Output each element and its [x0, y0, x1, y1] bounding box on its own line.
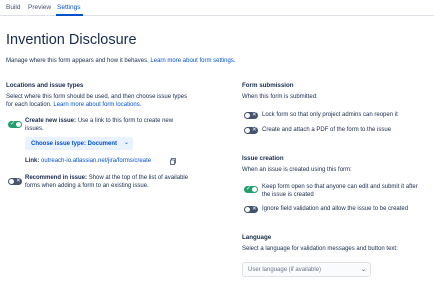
- create-new-issue-label-line2: issues.: [25, 126, 44, 132]
- recommend-in-issue-toggle[interactable]: ✕: [8, 178, 22, 185]
- locations-description-line2: for each location. Learn more about form…: [6, 101, 141, 109]
- page-title: Invention Disclosure: [6, 32, 137, 48]
- locations-description-text: for each location.: [6, 102, 52, 108]
- tab-build[interactable]: Build: [6, 4, 20, 12]
- tab-preview[interactable]: Preview: [28, 4, 51, 12]
- toggle-knob: [16, 122, 21, 127]
- keep-form-open-label-line1: Keep form open so that anyone can edit a…: [262, 184, 418, 190]
- check-icon: ✓: [246, 185, 252, 192]
- form-link-row: Link: outreach-io.atlassian.net/jira/for…: [25, 157, 151, 165]
- create-new-issue-toggle[interactable]: ✓: [8, 121, 22, 128]
- cross-icon: ✕: [252, 126, 257, 133]
- active-tab-indicator: [56, 14, 83, 16]
- chevron-down-icon: ⌄: [361, 266, 367, 273]
- attach-pdf-toggle[interactable]: ✕: [244, 127, 258, 134]
- toggle-knob: [252, 187, 257, 192]
- keep-form-open-label-line2: the issue is created: [262, 192, 314, 198]
- attach-pdf-label: Create and attach a PDF of the form to t…: [262, 127, 392, 133]
- form-locations-link[interactable]: Learn more about form locations.: [53, 102, 141, 108]
- toggle-knob: [245, 113, 250, 118]
- link-label: Link:: [25, 158, 40, 164]
- toggle-knob: [9, 179, 14, 184]
- choose-issue-type-button[interactable]: Choose issue type: Document ⌄: [25, 137, 133, 150]
- keep-form-open-toggle[interactable]: ✓: [244, 186, 258, 193]
- tab-settings[interactable]: Settings: [57, 4, 81, 12]
- locations-description-line1: Select where this form should be used, a…: [6, 94, 188, 100]
- issue-creation-description: When an issue is created using this form…: [242, 167, 352, 173]
- lock-form-toggle[interactable]: ✕: [244, 112, 258, 119]
- toggle-knob: [245, 207, 250, 212]
- subtitle-text: Manage where this form appears and how i…: [6, 58, 149, 64]
- create-new-issue-description: Use a link to this form to create new: [77, 118, 174, 124]
- form-settings-link[interactable]: Learn more about form settings.: [150, 58, 235, 64]
- recommend-in-issue-description: Show at the top of the list of available: [88, 175, 189, 181]
- toggle-knob: [245, 128, 250, 133]
- choose-issue-type-label: Choose issue type: Document: [31, 140, 118, 147]
- cross-icon: ✕: [16, 177, 21, 184]
- check-icon: ✓: [10, 120, 16, 127]
- cross-icon: ✕: [252, 111, 257, 118]
- form-submission-heading: Form submission: [242, 82, 294, 89]
- language-description: Select a language for validation message…: [242, 246, 398, 252]
- form-create-link[interactable]: outreach-io.atlassian.net/jira/forms/cre…: [41, 158, 151, 164]
- recommend-in-issue-label-line1: Recommend in issue: Show at the top of t…: [25, 174, 188, 182]
- form-submission-description: When this form is submitted:: [242, 94, 318, 100]
- language-select-value: User language (if available): [248, 267, 322, 273]
- create-new-issue-label-line1: Create new issue: Use a link to this for…: [25, 117, 173, 125]
- language-heading: Language: [242, 234, 272, 241]
- chevron-down-icon: ⌄: [124, 140, 130, 146]
- copy-icon[interactable]: [170, 158, 176, 165]
- ignore-validation-toggle[interactable]: ✕: [244, 206, 258, 213]
- cross-icon: ✕: [252, 205, 257, 212]
- create-new-issue-title: Create new issue:: [25, 118, 77, 124]
- ignore-validation-label: Ignore field validation and allow the is…: [262, 206, 409, 212]
- locations-heading: Locations and issue types: [6, 82, 84, 89]
- recommend-in-issue-title: Recommend in issue:: [25, 175, 88, 181]
- issue-creation-heading: Issue creation: [242, 155, 284, 162]
- tab-bar: Build Preview Settings: [0, 0, 434, 16]
- page-subtitle: Manage where this form appears and how i…: [6, 57, 235, 65]
- recommend-in-issue-label-line2: forms when adding a form to an existing …: [25, 183, 149, 189]
- lock-form-label: Lock form so that only project admins ca…: [262, 112, 398, 118]
- language-select[interactable]: User language (if available) ⌄: [242, 262, 371, 277]
